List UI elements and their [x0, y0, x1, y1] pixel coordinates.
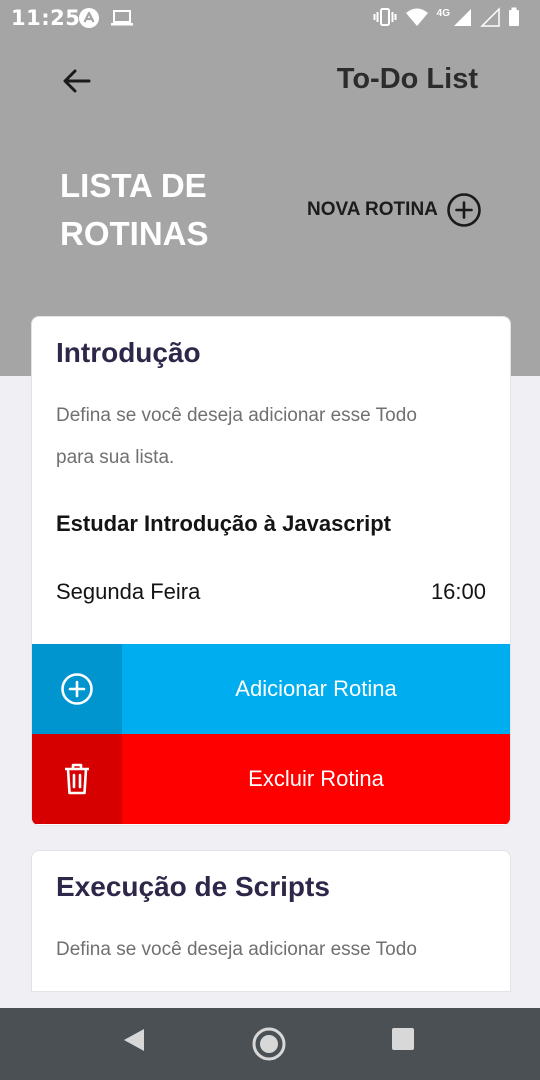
card-description-line1: Defina se você deseja adicionar esse Tod…	[56, 405, 417, 426]
square-recents-icon	[392, 1028, 414, 1050]
add-routine-label: Adicionar Rotina	[235, 676, 397, 701]
vibrate-icon	[373, 7, 397, 32]
delete-routine-label: Excluir Rotina	[248, 766, 384, 791]
card-description: Defina se você deseja adicionar esse Tod…	[56, 929, 486, 971]
routine-card: Introdução Defina se você deseja adicion…	[31, 316, 511, 826]
routine-card: Execução de Scripts Defina se você desej…	[31, 850, 511, 992]
laptop-icon	[110, 8, 134, 33]
card-description-line1: Defina se você deseja adicionar esse Tod…	[56, 939, 417, 960]
delete-routine-button[interactable]: Excluir Rotina	[32, 734, 510, 824]
card-description-line2: para sua lista.	[56, 447, 175, 468]
card-description: Defina se você deseja adicionar esse Tod…	[56, 395, 486, 479]
card-title: Execução de Scripts	[56, 871, 330, 902]
trash-icon	[65, 763, 89, 795]
network-type-label: 4G	[436, 8, 450, 19]
list-title-line2: ROTINAS	[60, 215, 209, 252]
list-title: LISTA DE ROTINAS	[60, 162, 260, 258]
triangle-back-icon	[124, 1029, 144, 1051]
app-notification-icon	[78, 7, 100, 34]
home-circle-icon	[252, 1027, 286, 1061]
card-time: 16:00	[430, 579, 486, 604]
add-routine-button[interactable]: Adicionar Rotina	[32, 644, 510, 734]
battery-icon	[508, 7, 520, 32]
list-title-line1: LISTA DE	[60, 167, 207, 204]
card-day: Segunda Feira	[56, 579, 201, 604]
plus-circle-icon	[447, 193, 481, 227]
status-bar: 11:25 4G	[0, 0, 540, 36]
arrow-left-icon	[63, 69, 91, 93]
signal-icon	[452, 7, 472, 32]
nav-back-button[interactable]	[122, 1026, 146, 1059]
page-title: To-Do List	[336, 63, 478, 95]
nav-home-button[interactable]	[251, 1026, 287, 1067]
new-routine-label: NOVA ROTINA	[307, 199, 438, 220]
status-time: 11:25	[11, 6, 81, 30]
new-routine-button[interactable]: NOVA ROTINA	[307, 192, 482, 228]
back-button[interactable]	[60, 64, 94, 98]
wifi-icon	[405, 7, 429, 32]
nav-recents-button[interactable]	[390, 1026, 416, 1057]
card-subject: Estudar Introdução à Javascript	[56, 511, 391, 536]
signal-empty-icon	[480, 7, 500, 32]
card-title: Introdução	[56, 337, 201, 368]
navigation-bar	[0, 1008, 540, 1080]
plus-circle-icon	[61, 673, 93, 705]
